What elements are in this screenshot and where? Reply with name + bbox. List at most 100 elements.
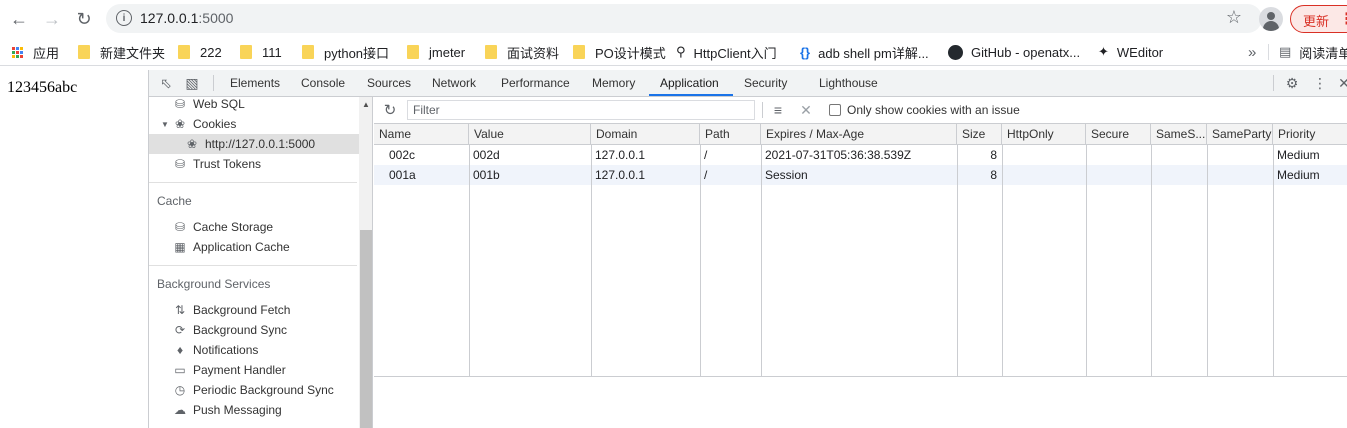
scroll-up-arrow-icon[interactable]: ▲ [362,100,370,109]
column-header-httponly[interactable]: HttpOnly [1002,124,1086,145]
tab-lighthouse[interactable]: Lighthouse [819,76,878,90]
tab-console[interactable]: Console [301,76,345,90]
github-icon [948,44,963,60]
bookmark-label: 阅读清单 [1299,45,1347,61]
active-tab-indicator [649,94,733,96]
sidebar-item-web-sql[interactable]: ⛁ Web SQL [149,97,359,114]
sidebar-scrollbar[interactable]: ▲ [359,97,372,428]
expand-triangle-icon[interactable]: ▼ [161,120,173,129]
bookmark-link[interactable]: ✦ WEditor [1098,43,1163,61]
url-host: 127.0.0.1 [140,10,199,26]
sidebar-item-label: Application Cache [193,240,290,254]
address-url[interactable]: 127.0.0.1:5000 [140,10,233,26]
sidebar-item-background-sync[interactable]: ⟳ Background Sync [149,320,359,340]
database-icon: ⛁ [174,97,186,111]
site-info-icon[interactable]: i [116,10,132,26]
gear-icon[interactable]: ⚙ [1284,75,1300,91]
sidebar-item-label: Background Sync [193,323,288,337]
column-header-expires[interactable]: Expires / Max-Age [761,124,957,145]
bookmark-folder[interactable]: 222 [178,43,222,61]
sidebar-item-label: Cookies [193,117,237,131]
sidebar-item-payment-handler[interactable]: ▭ Payment Handler [149,360,359,380]
forward-arrow-icon[interactable]: → [40,7,64,31]
sidebar-item-cookie-origin[interactable]: ❀ http://127.0.0.1:5000 [149,134,359,154]
profile-avatar-icon[interactable] [1259,7,1283,31]
bookmark-folder[interactable]: python接口 [302,43,389,61]
sync-icon: ⟳ [174,323,186,337]
column-header-samesite[interactable]: SameS... [1151,124,1207,145]
column-header-domain[interactable]: Domain [591,124,700,145]
scrollbar-thumb[interactable] [360,230,372,428]
filter-input[interactable]: Filter [407,100,755,120]
device-toolbar-icon[interactable]: ▧ [184,75,200,91]
folder-icon [240,45,252,59]
sidebar-item-application-cache[interactable]: ▦ Application Cache [149,237,359,257]
devtools-tab-bar: ⬁ ▧ Elements Console Sources Network Per… [149,70,1347,97]
sidebar-item-periodic-background-sync[interactable]: ◷ Periodic Background Sync [149,380,359,400]
sidebar-item-trust-tokens[interactable]: ⛁ Trust Tokens [149,154,359,174]
bookmark-folder[interactable]: PO设计模式 [573,43,666,61]
tab-performance[interactable]: Performance [501,76,570,90]
more-bookmarks-chevron-icon[interactable]: » [1248,43,1256,61]
tab-memory[interactable]: Memory [592,76,635,90]
bookmark-label: python接口 [324,45,390,61]
tab-application[interactable]: Application [660,76,719,90]
grid-icon: ▦ [174,240,186,254]
column-header-path[interactable]: Path [700,124,761,145]
bookmark-link[interactable]: {} adb shell pm详解... [800,43,929,61]
cookies-table: Name Value Domain Path Expires / Max-Age… [374,124,1347,377]
sidebar-section-background-services: Background Services [157,277,271,291]
column-header-secure[interactable]: Secure [1086,124,1151,145]
clear-filtered-icon[interactable]: ≡ [770,102,786,118]
more-options-icon[interactable]: ⋮ [1312,75,1328,91]
bookmark-star-icon[interactable]: ☆ [1226,7,1242,28]
back-arrow-icon[interactable]: ← [7,7,31,31]
bookmark-apps[interactable]: 应用 [12,43,59,61]
bookmark-label: WEditor [1116,44,1164,60]
arrows-updown-icon: ⇅ [174,303,186,317]
sidebar-item-push-messaging[interactable]: ☁ Push Messaging [149,400,359,420]
column-header-value[interactable]: Value [469,124,591,145]
inspect-element-icon[interactable]: ⬁ [158,75,174,91]
bookmark-folder[interactable]: jmeter [407,43,465,61]
delete-selected-icon[interactable]: ✕ [798,102,814,118]
sidebar-item-cookies[interactable]: ▼ ❀ Cookies [149,114,359,134]
cookie-icon: ❀ [174,117,186,131]
column-header-sameparty[interactable]: SameParty [1207,124,1273,145]
bookmark-folder[interactable]: 111 [240,43,282,61]
bookmarks-bar: 应用 新建文件夹 222 111 python接口 jmeter 面试资料 PO… [0,38,1347,66]
column-header-size[interactable]: Size [957,124,1002,145]
update-button[interactable]: 更新 ⋮ [1290,5,1347,33]
column-header-name[interactable]: Name [374,124,469,145]
reload-icon[interactable]: ↻ [72,7,96,31]
sidebar-item-label: Periodic Background Sync [193,383,334,397]
cell-domain: 127.0.0.1 [595,168,646,182]
reading-list-button[interactable]: ▤ 阅读清单 [1268,43,1347,61]
bookmark-label: PO设计模式 [595,45,666,61]
table-row[interactable]: 001a 001b 127.0.0.1 / Session 8 Medium [374,165,1347,185]
bookmark-link[interactable]: ⚲ HttpClient入门 [676,43,777,61]
column-header-priority[interactable]: Priority [1273,124,1347,145]
bookmark-label: 111 [262,44,282,60]
bookmark-label: GitHub - openatx... [971,44,1081,60]
tab-elements[interactable]: Elements [230,76,280,90]
tab-sources[interactable]: Sources [367,76,411,90]
cookie-icon: ❀ [186,137,198,151]
refresh-icon[interactable]: ↻ [382,102,398,119]
bookmark-folder[interactable]: 面试资料 [485,43,559,61]
table-row[interactable]: 002c 002d 127.0.0.1 / 2021-07-31T05:36:3… [374,145,1347,165]
only-issues-checkbox[interactable] [829,104,841,116]
card-icon: ▭ [174,363,186,377]
address-bar[interactable]: i 127.0.0.1:5000 ☆ [106,4,1262,33]
sidebar-item-background-fetch[interactable]: ⇅ Background Fetch [149,300,359,320]
sidebar-item-notifications[interactable]: ♦ Notifications [149,340,359,360]
menu-dots-icon[interactable]: ⋮ [1339,9,1347,29]
tab-network[interactable]: Network [432,76,476,90]
sidebar-item-cache-storage[interactable]: ⛁ Cache Storage [149,217,359,237]
bookmark-link[interactable]: GitHub - openatx... [948,43,1080,61]
bookmark-label: 222 [200,44,222,60]
tab-security[interactable]: Security [744,76,787,90]
bookmark-folder[interactable]: 新建文件夹 [78,43,165,61]
update-label: 更新 [1303,14,1330,29]
close-icon[interactable]: ✕ [1336,75,1347,91]
